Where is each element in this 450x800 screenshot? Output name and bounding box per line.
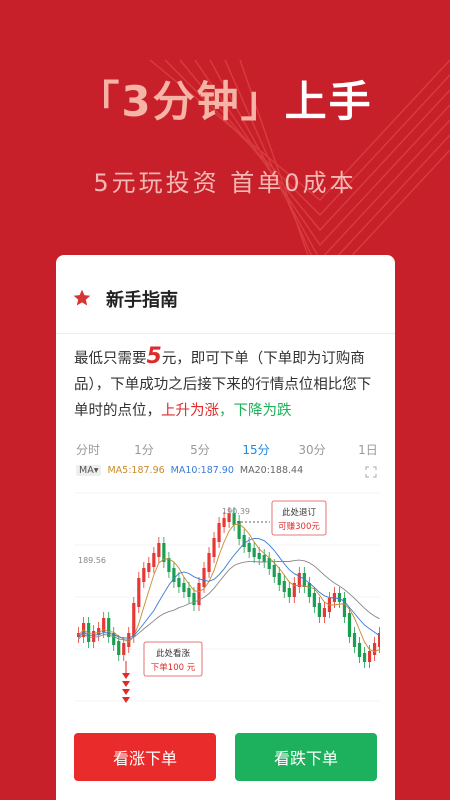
price-high-label: 190.39 bbox=[222, 507, 250, 516]
ma-selector-label: MA bbox=[79, 465, 94, 476]
candle-body bbox=[277, 573, 281, 585]
card-header: 新手指南 bbox=[56, 255, 395, 334]
candle-body bbox=[312, 593, 316, 607]
candle-body bbox=[362, 653, 367, 662]
candle-body bbox=[217, 523, 221, 542]
profit-label: 可赚300元 bbox=[278, 521, 320, 532]
hero-subtitle: 5元玩投资 首单0成本 bbox=[93, 169, 357, 197]
tab-15min[interactable]: 15分 bbox=[236, 441, 276, 461]
candle-body bbox=[92, 631, 96, 642]
chevron-down-icon: ▾ bbox=[93, 465, 99, 476]
star-icon bbox=[73, 289, 91, 306]
candle-body bbox=[257, 553, 261, 559]
candle-body bbox=[182, 583, 186, 592]
candle-body bbox=[132, 603, 136, 637]
hero-title-close: 」 bbox=[240, 77, 285, 126]
candle-body bbox=[262, 555, 266, 562]
desc-fall: 下降为跌 bbox=[233, 403, 292, 419]
ma-indicator-row: MA▾ MA5:187.96 MA10:187.90 MA20:188.44 bbox=[76, 465, 303, 476]
desc-part1: 最低只需要 bbox=[74, 351, 147, 367]
candle-body bbox=[157, 543, 161, 557]
candle-body bbox=[152, 553, 156, 567]
candle-body bbox=[117, 641, 121, 655]
candle-body bbox=[307, 583, 311, 597]
candlestick-chart: 190.39 189.56 此处退订 可赚300元 此处看涨 下单100 元 bbox=[74, 492, 380, 703]
card-title: 新手指南 bbox=[106, 290, 178, 311]
desc-comma: ， bbox=[219, 403, 234, 419]
price-mid-label: 189.56 bbox=[78, 556, 106, 565]
entry-annotation: 此处看涨 下单100 元 bbox=[143, 641, 203, 677]
candle-body bbox=[202, 568, 206, 587]
candle-body bbox=[222, 518, 226, 527]
candle-body bbox=[272, 565, 276, 577]
candle-body bbox=[137, 578, 141, 607]
candle-body bbox=[357, 643, 362, 657]
hero-title-open: 「 bbox=[77, 77, 122, 126]
candle-body bbox=[322, 608, 327, 617]
tab-1min[interactable]: 1分 bbox=[124, 441, 164, 461]
buy-up-button[interactable]: 看涨下单 bbox=[74, 733, 216, 781]
candle-body bbox=[177, 578, 181, 587]
ma10-value: MA10:187.90 bbox=[170, 465, 234, 476]
ma20-value: MA20:188.44 bbox=[239, 465, 304, 476]
down-arrows-icon bbox=[122, 661, 130, 703]
entry-label: 此处看涨 bbox=[156, 648, 191, 659]
candle-body bbox=[107, 618, 111, 637]
candle-body bbox=[282, 581, 286, 592]
buy-down-button[interactable]: 看跌下单 bbox=[235, 733, 377, 781]
hero-title: 「3分钟」上手 bbox=[0, 68, 450, 129]
candle-body bbox=[372, 643, 377, 655]
candle-body bbox=[212, 538, 216, 557]
candle-body bbox=[287, 588, 291, 597]
candle-body bbox=[147, 563, 151, 572]
candle-body bbox=[317, 603, 321, 617]
guide-card: 新手指南 最低只需要5元，即可下单（下单即为订购商品），下单成功之后接下来的行情… bbox=[56, 255, 395, 800]
guide-description: 最低只需要5元，即可下单（下单即为订购商品），下单成功之后接下来的行情点位相比您… bbox=[74, 344, 382, 424]
expand-icon[interactable] bbox=[365, 466, 377, 478]
candle-body bbox=[297, 573, 301, 587]
desc-rise: 上升为涨 bbox=[161, 403, 219, 419]
timeframe-tabs: 分时 1分 5分 15分 30分 1日 bbox=[68, 441, 388, 461]
tab-1day[interactable]: 1日 bbox=[348, 441, 388, 461]
candle-body bbox=[337, 593, 342, 602]
candle-body bbox=[267, 558, 271, 569]
candle-body bbox=[197, 583, 201, 605]
tab-timeshare[interactable]: 分时 bbox=[68, 441, 108, 461]
tab-30min[interactable]: 30分 bbox=[292, 441, 332, 461]
candle-body bbox=[352, 633, 357, 647]
candle-body bbox=[247, 543, 251, 552]
exit-annotation: 此处退订 可赚300元 bbox=[271, 500, 327, 536]
order-label: 下单100 元 bbox=[151, 662, 196, 673]
desc-amount: 5 bbox=[146, 344, 162, 369]
candle-body bbox=[192, 593, 196, 605]
candle-body bbox=[142, 568, 146, 582]
candle-body bbox=[207, 553, 211, 572]
ma-selector[interactable]: MA▾ bbox=[76, 465, 102, 476]
hero-title-tail: 上手 bbox=[284, 77, 373, 126]
ma5-value: MA5:187.96 bbox=[107, 465, 165, 476]
candle-body bbox=[252, 548, 256, 557]
candle-body bbox=[367, 651, 372, 662]
exit-label: 此处退订 bbox=[282, 507, 317, 518]
tab-5min[interactable]: 5分 bbox=[180, 441, 220, 461]
candle-body bbox=[122, 643, 126, 655]
candle-body bbox=[347, 613, 352, 637]
hero-title-highlight: 3分钟 bbox=[121, 77, 241, 126]
candle-body bbox=[187, 588, 191, 597]
